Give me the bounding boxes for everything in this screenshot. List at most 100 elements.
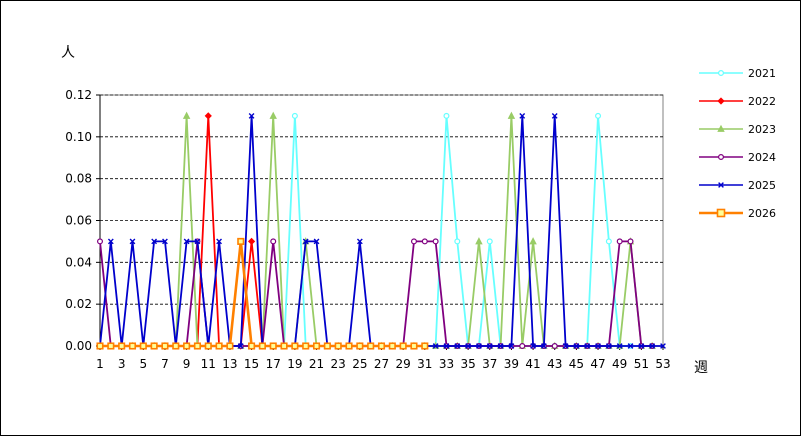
y-tick-label: 0.00 xyxy=(65,339,92,353)
x-tick-label: 35 xyxy=(460,357,475,371)
data-point xyxy=(519,343,526,350)
legend-item-2023: 2023 xyxy=(699,123,776,136)
data-point xyxy=(605,238,612,245)
x-tick-label: 39 xyxy=(504,357,519,371)
data-point xyxy=(258,342,266,350)
data-point xyxy=(410,342,418,350)
data-point xyxy=(377,342,386,350)
data-point xyxy=(486,238,493,245)
x-tick-label: 53 xyxy=(655,357,670,371)
y-tick-label: 0.02 xyxy=(65,297,92,311)
data-point xyxy=(551,343,558,350)
legend-item-2026: 2026 xyxy=(699,207,776,220)
data-point xyxy=(291,112,298,119)
data-point xyxy=(193,342,201,350)
x-tick-label: 9 xyxy=(183,357,191,371)
data-point xyxy=(399,342,407,350)
legend-label: 2023 xyxy=(748,123,776,136)
data-point xyxy=(356,342,364,350)
x-tick-label: 37 xyxy=(482,357,497,371)
x-tick-label: 13 xyxy=(222,357,237,371)
y-tick-label: 0.08 xyxy=(65,172,92,186)
x-tick-label: 47 xyxy=(590,357,605,371)
x-tick-label: 27 xyxy=(374,357,389,371)
data-point xyxy=(717,97,725,105)
data-point xyxy=(388,342,396,350)
data-point xyxy=(421,238,428,245)
legend-label: 2021 xyxy=(748,67,776,80)
legend-item-2024: 2024 xyxy=(699,151,776,164)
data-point xyxy=(204,342,212,350)
data-point xyxy=(161,342,169,350)
data-point xyxy=(334,342,342,350)
data-point xyxy=(291,342,299,350)
data-point xyxy=(226,342,234,350)
data-point xyxy=(128,342,137,350)
x-tick-label: 19 xyxy=(287,357,302,371)
x-tick-label: 29 xyxy=(396,357,411,371)
data-point xyxy=(454,238,461,245)
x-tick-label: 3 xyxy=(118,357,126,371)
data-point xyxy=(280,342,288,350)
x-tick-label: 17 xyxy=(266,357,281,371)
data-point xyxy=(248,342,256,350)
y-tick-label: 0.10 xyxy=(65,130,92,144)
legend-item-2022: 2022 xyxy=(699,95,776,108)
x-tick-label: 33 xyxy=(439,357,454,371)
x-tick-label: 1 xyxy=(96,357,104,371)
legend-item-2021: 2021 xyxy=(699,67,776,80)
x-tick-label: 11 xyxy=(201,357,216,371)
legend-item-2025: 2025 xyxy=(699,179,776,192)
x-tick-label: 21 xyxy=(309,357,324,371)
y-tick-label: 0.12 xyxy=(65,88,92,102)
data-point xyxy=(345,342,353,350)
data-point xyxy=(717,69,724,76)
data-point xyxy=(215,342,223,350)
x-tick-label: 5 xyxy=(139,357,147,371)
data-point xyxy=(421,342,429,350)
data-point xyxy=(139,342,147,350)
y-axis-label: 人 xyxy=(61,45,75,61)
data-point xyxy=(270,238,277,245)
y-tick-label: 0.06 xyxy=(65,214,92,228)
data-point xyxy=(312,342,321,350)
data-point xyxy=(367,342,375,350)
data-point xyxy=(172,342,180,350)
data-point xyxy=(302,342,310,350)
data-point xyxy=(150,342,158,350)
data-point xyxy=(237,237,245,245)
x-tick-label: 23 xyxy=(331,357,346,371)
chart-window: 0.00 0.02 0.04 0.06 0.08 0.10 0.12 1 3 5 7 9 11 13 15 1… xyxy=(0,0,801,436)
data-point xyxy=(627,238,634,245)
legend-label: 2024 xyxy=(748,151,776,164)
x-tick-label: 25 xyxy=(352,357,367,371)
data-point xyxy=(323,342,331,350)
data-point xyxy=(183,342,191,350)
data-point xyxy=(269,342,277,350)
data-point xyxy=(96,238,103,245)
y-tick-label: 0.04 xyxy=(65,255,92,269)
data-point xyxy=(616,238,623,245)
data-point xyxy=(107,342,115,350)
data-point xyxy=(595,112,602,119)
x-tick-label: 43 xyxy=(547,357,562,371)
legend-label: 2025 xyxy=(748,179,776,192)
x-tick-label: 51 xyxy=(634,357,649,371)
legend-label: 2022 xyxy=(748,95,776,108)
data-point xyxy=(432,238,439,245)
data-point xyxy=(96,342,104,350)
line-chart: 0.000.020.040.060.080.100.121 3 5 7 9 11 13 15 1… xyxy=(61,45,776,376)
x-tick-label: 15 xyxy=(244,357,259,371)
x-tick-label: 45 xyxy=(569,357,584,371)
data-point xyxy=(717,154,724,161)
x-tick-label: 31 xyxy=(417,357,432,371)
x-tick-label: 49 xyxy=(612,357,627,371)
data-point xyxy=(118,342,126,350)
x-tick-label: 41 xyxy=(525,357,540,371)
data-point xyxy=(716,208,726,218)
x-tick-label: 7 xyxy=(161,357,169,371)
data-point xyxy=(410,238,417,245)
legend: 2021 2022 2023 2024 2025 2026 xyxy=(699,67,776,220)
x-axis-label: 週 xyxy=(694,360,708,376)
legend-label: 2026 xyxy=(748,207,776,220)
